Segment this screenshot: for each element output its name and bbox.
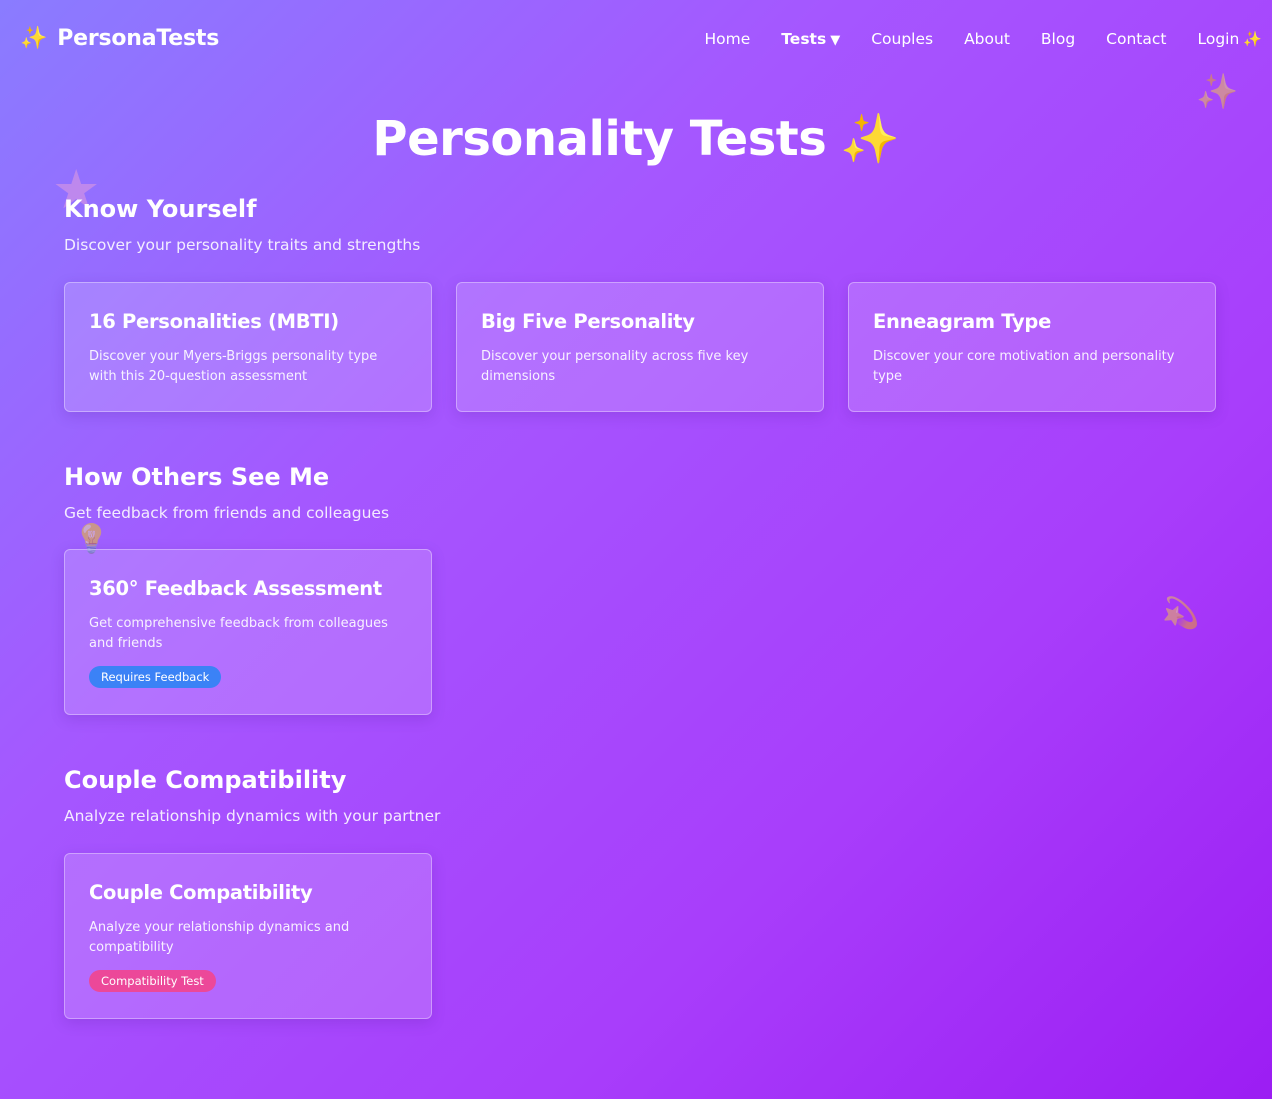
nav-tests-dropdown[interactable]: Tests ▼	[781, 30, 840, 48]
top-navbar: ✨ PersonaTests Home Tests ▼ Couples About…	[0, 0, 1272, 82]
card-description: Get comprehensive feedback from colleagu…	[89, 616, 388, 651]
test-card-enneagram[interactable]: Enneagram Type Discover your core motiva…	[848, 282, 1216, 412]
section-subtitle-how-others-see-me: Get feedback from friends and colleagues	[64, 504, 390, 522]
nav-tests-label: Tests	[781, 30, 827, 48]
nav-contact-link[interactable]: Contact	[1106, 30, 1166, 48]
sparkles-icon: ✨	[840, 111, 900, 167]
card-title: Couple Compatibility	[89, 881, 313, 904]
section-subtitle-know-yourself: Discover your personality traits and str…	[64, 236, 421, 254]
card-title: 16 Personalities (MBTI)	[89, 310, 339, 333]
nav-login-link[interactable]: Login ✨	[1197, 30, 1262, 48]
nav-home-link[interactable]: Home	[705, 30, 751, 48]
brand-name: PersonaTests	[57, 26, 220, 51]
nav-login-label: Login	[1197, 30, 1240, 48]
comet-decoration-icon: 💫	[1162, 596, 1200, 631]
test-card-mbti[interactable]: 16 Personalities (MBTI) Discover your My…	[64, 282, 432, 412]
page-title-text: Personality Tests	[372, 111, 827, 167]
card-title: Enneagram Type	[873, 310, 1051, 333]
card-description: Analyze your relationship dynamics and c…	[89, 920, 350, 955]
caret-down-icon: ▼	[830, 33, 841, 48]
section-title-know-yourself: Know Yourself	[64, 195, 257, 223]
card-title: 360° Feedback Assessment	[89, 577, 382, 600]
section-subtitle-couple-compatibility: Analyze relationship dynamics with your …	[64, 807, 441, 825]
nav-links: Home Tests ▼ Couples About Blog Contact L…	[674, 30, 1262, 48]
card-title: Big Five Personality	[481, 310, 695, 333]
brand-logo-link[interactable]: ✨ PersonaTests	[20, 26, 219, 51]
sparkles-decoration-icon: ✨	[1196, 72, 1239, 112]
nav-about-link[interactable]: About	[964, 30, 1010, 48]
test-card-big-five[interactable]: Big Five Personality Discover your perso…	[456, 282, 824, 412]
test-card-360-feedback[interactable]: 360° Feedback Assessment Get comprehensi…	[64, 549, 432, 715]
section-title-couple-compatibility: Couple Compatibility	[64, 766, 347, 794]
test-card-couple-compatibility[interactable]: Couple Compatibility Analyze your relati…	[64, 853, 432, 1019]
compatibility-test-badge: Compatibility Test	[89, 970, 216, 992]
page-title: Personality Tests ✨	[0, 110, 1272, 167]
section-title-how-others-see-me: How Others See Me	[64, 463, 330, 491]
requires-feedback-badge: Requires Feedback	[89, 666, 222, 688]
sparkles-icon: ✨	[20, 26, 48, 51]
card-description: Discover your personality across five ke…	[481, 349, 749, 384]
nav-blog-link[interactable]: Blog	[1041, 30, 1075, 48]
card-description: Discover your core motivation and person…	[873, 349, 1175, 384]
sparkles-icon: ✨	[1243, 30, 1262, 48]
card-description: Discover your Myers-Briggs personality t…	[89, 349, 378, 384]
nav-couples-link[interactable]: Couples	[871, 30, 933, 48]
